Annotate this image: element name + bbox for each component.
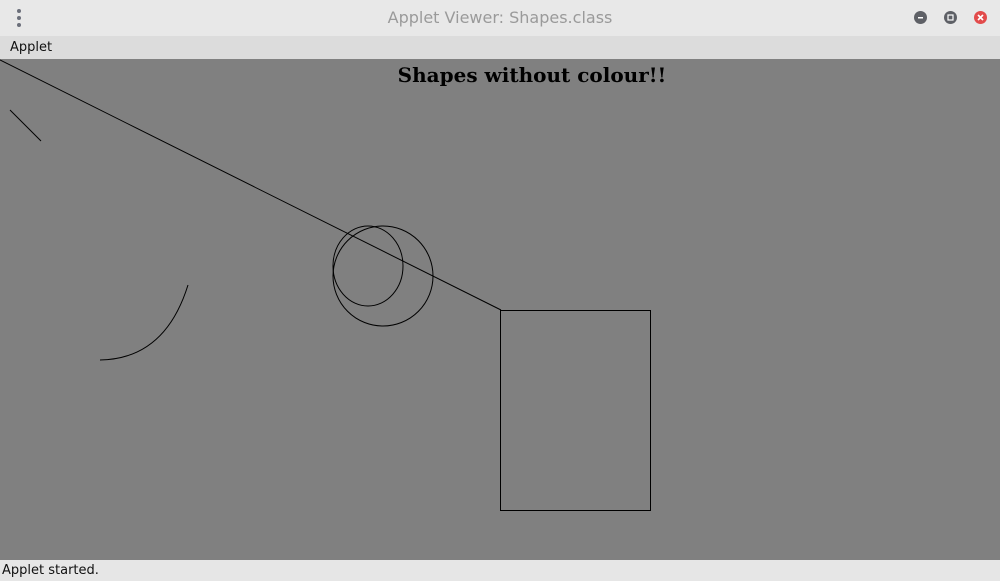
applet-canvas: Shapes without colour!! (0, 59, 1000, 560)
close-icon (977, 14, 984, 21)
status-text: Applet started. (2, 563, 99, 578)
applet-drawing (0, 59, 651, 511)
diagonal-line (0, 59, 502, 311)
large-circle (332, 225, 434, 327)
menu-bar: Applet (0, 36, 1000, 60)
window-title: Applet Viewer: Shapes.class (387, 8, 613, 27)
maximize-button[interactable] (944, 11, 957, 24)
minimize-button[interactable] (914, 11, 927, 24)
heading-text: Shapes without colour!! (397, 63, 667, 87)
minimize-icon (918, 17, 923, 19)
window-title-bar: Applet Viewer: Shapes.class (0, 0, 1000, 36)
maximize-icon (947, 14, 954, 21)
arc-shape (99, 284, 189, 361)
rectangle-shape (500, 310, 651, 511)
status-bar: Applet started. (0, 560, 1000, 581)
menu-applet[interactable]: Applet (4, 36, 58, 59)
close-button[interactable] (974, 11, 987, 24)
short-line (9, 109, 42, 142)
small-circle (332, 225, 404, 307)
applet-heading: Shapes without colour!! (0, 59, 1000, 87)
